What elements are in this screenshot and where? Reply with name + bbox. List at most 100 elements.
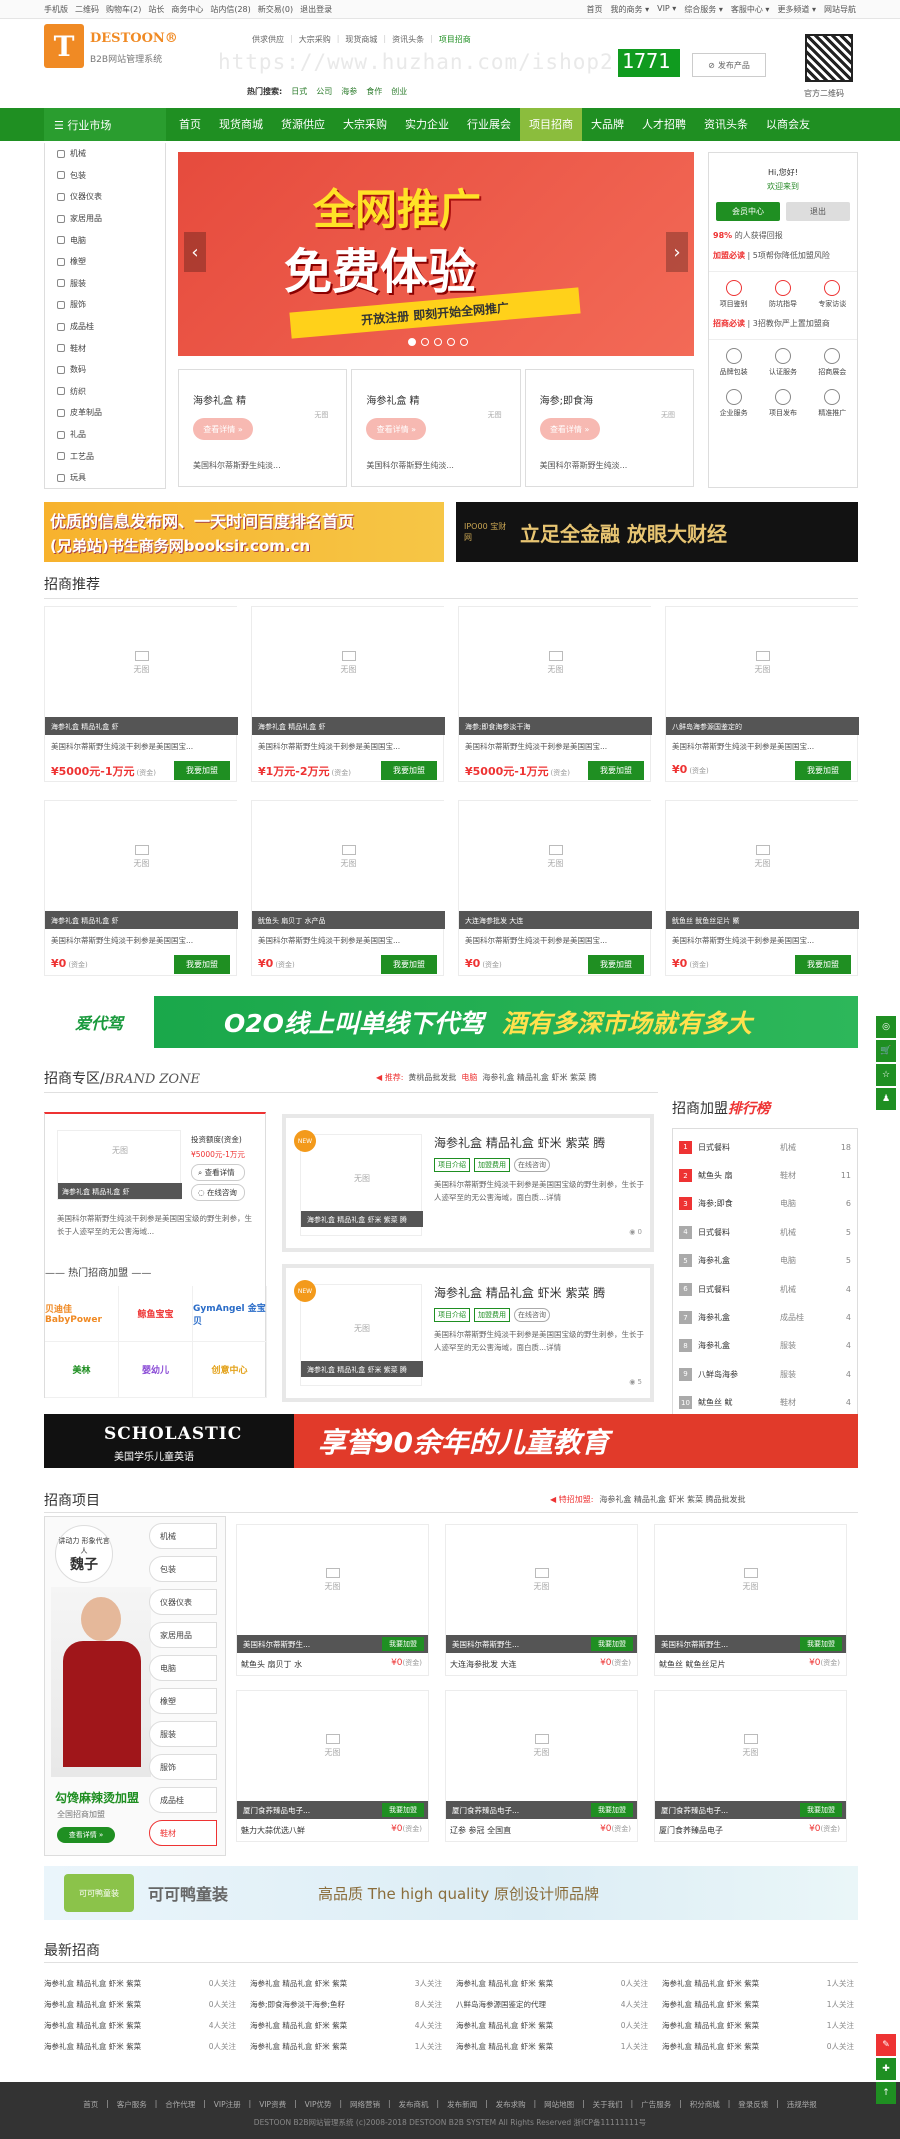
nav-item[interactable]: 现货商城	[210, 108, 272, 141]
promo-detail-button[interactable]: 查看详情 »	[57, 1827, 115, 1843]
latest-item[interactable]: 海参礼盒 精品礼盒 虾米 紫菜 1人关注	[662, 1978, 858, 1989]
banner-dot[interactable]	[447, 338, 455, 346]
plus-icon[interactable]: ✚	[876, 2058, 896, 2080]
topbar-link[interactable]: 退出登录	[300, 4, 332, 15]
join-button[interactable]: 我要加盟	[588, 955, 644, 974]
category-item[interactable]: 服饰	[45, 294, 165, 316]
footer-link[interactable]: 发布商机	[399, 2099, 429, 2110]
project-card[interactable]: 无图 美国科尔蒂斯野生... 我要加盟 鱿鱼丝 鱿鱼丝足片 ¥0(资金)	[654, 1524, 847, 1676]
latest-item[interactable]: 海参;即食海参淡干海参;鱼籽 8人关注	[250, 1999, 446, 2010]
projects-nav-text[interactable]: 海参礼盒 精品礼盒 虾米 紫菜 腾品批发批	[599, 1494, 745, 1505]
latest-item[interactable]: 海参礼盒 精品礼盒 虾米 紫菜 0人关注	[44, 1999, 240, 2010]
brand-card-tag[interactable]: 加盟费用	[474, 1308, 510, 1322]
join-button[interactable]: 我要加盟	[382, 1637, 424, 1651]
nav-item[interactable]: 货源供应	[272, 108, 334, 141]
product-card-detail-button[interactable]: 查看详情 »	[366, 418, 427, 440]
join-button[interactable]: 我要加盟	[381, 761, 437, 780]
detail-button[interactable]: ⌕ 查看详情	[191, 1164, 245, 1181]
rank-item[interactable]: 1 日式餐料 机械 18	[673, 1133, 857, 1161]
category-item[interactable]: 礼品	[45, 424, 165, 446]
category-item[interactable]: 包装	[45, 165, 165, 187]
post-product-button[interactable]: ⊘ 发布产品	[692, 53, 766, 77]
topbar-link[interactable]: 二维码	[75, 4, 99, 15]
nav-item[interactable]: 项目招商	[520, 108, 582, 141]
latest-item[interactable]: 海参礼盒 精品礼盒 虾米 紫菜 1人关注	[662, 2020, 858, 2031]
service-link[interactable]: 项目发布	[769, 389, 797, 418]
brand-card-tag[interactable]: 项目介绍	[434, 1158, 470, 1172]
service-link[interactable]: 项目鉴别	[720, 280, 748, 309]
nav-item[interactable]: 人才招聘	[633, 108, 695, 141]
latest-item[interactable]: 海参礼盒 精品礼盒 虾米 紫菜 0人关注	[44, 1978, 240, 1989]
nav-item[interactable]: 行业展会	[458, 108, 520, 141]
footer-link[interactable]: VIP优势	[305, 2099, 332, 2110]
star-icon[interactable]: ☆	[876, 1064, 896, 1086]
rank-item[interactable]: 7 海参礼盒 成品桂 4	[673, 1303, 857, 1331]
project-category-tab[interactable]: 橡塑	[149, 1688, 217, 1714]
project-category-tab[interactable]: 服装	[149, 1721, 217, 1747]
project-category-tab[interactable]: 成品桂	[149, 1787, 217, 1813]
recommend-card[interactable]: 无图 海参礼盒 精品礼盒 虾美国科尔蒂斯野生纯淡干刺参是美国国宝... ¥0 (资金)…	[44, 800, 238, 976]
nav-item[interactable]: 资讯头条	[695, 108, 757, 141]
brand-card-title[interactable]: 海参礼盒 精品礼盒 虾米 紫菜 腾	[434, 1134, 605, 1151]
back-to-top-icon[interactable]: ↑	[876, 2082, 896, 2104]
service-link[interactable]: 精准推广	[818, 389, 846, 418]
latest-item[interactable]: 海参礼盒 精品礼盒 虾米 紫菜 1人关注	[456, 2041, 652, 2052]
project-category-tab[interactable]: 鞋材	[149, 1820, 217, 1846]
latest-item[interactable]: 海参礼盒 精品礼盒 虾米 紫菜 4人关注	[44, 2020, 240, 2031]
hot-search-term[interactable]: 海参	[341, 86, 357, 97]
topbar-link[interactable]: 手机版	[44, 4, 68, 15]
topbar-menu[interactable]: 首页	[587, 4, 603, 15]
project-category-tab[interactable]: 家居用品	[149, 1622, 217, 1648]
latest-item[interactable]: 海参礼盒 精品礼盒 虾米 紫菜 0人关注	[456, 2020, 652, 2031]
project-category-tab[interactable]: 机械	[149, 1523, 217, 1549]
nav-item[interactable]: 大品牌	[582, 108, 633, 141]
nav-item[interactable]: 以商会友	[757, 108, 819, 141]
nav-item[interactable]: 首页	[170, 108, 210, 141]
category-item[interactable]: 机械	[45, 143, 165, 165]
brand-logo[interactable]: 婴幼儿	[119, 1342, 193, 1398]
topbar-menu[interactable]: 客服中心 ▾	[731, 4, 770, 15]
topbar-link[interactable]: 购物车(2)	[106, 4, 141, 15]
rank-item[interactable]: 3 海参;即食 电脑 6	[673, 1190, 857, 1218]
project-category-tab[interactable]: 服饰	[149, 1754, 217, 1780]
brand-card-tag[interactable]: 项目介绍	[434, 1308, 470, 1322]
join-button[interactable]: 我要加盟	[174, 955, 230, 974]
category-item[interactable]: 鞋材	[45, 337, 165, 359]
logout-button[interactable]: 退出	[786, 202, 850, 221]
category-item[interactable]: 成品桂	[45, 316, 165, 338]
topbar-menu[interactable]: 综合服务 ▾	[684, 4, 723, 15]
category-item[interactable]: 仪器仪表	[45, 186, 165, 208]
topbar-menu[interactable]: 我的商务 ▾	[611, 4, 650, 15]
hot-search-term[interactable]: 公司	[316, 86, 332, 97]
footer-link[interactable]: 关于我们	[593, 2099, 623, 2110]
site-logo[interactable]: T DESTOON® B2B网站管理系统	[44, 24, 178, 76]
project-category-tab[interactable]: 仪器仪表	[149, 1589, 217, 1615]
edit-icon[interactable]: ✎	[876, 2034, 896, 2056]
topbar-link[interactable]: 商务中心	[171, 4, 203, 15]
user-icon[interactable]: ♟	[876, 1088, 896, 1110]
cart-icon[interactable]: 🛒	[876, 1040, 896, 1062]
latest-item[interactable]: 八鲜岛海参源国鉴定的代理 4人关注	[456, 1999, 652, 2010]
rank-item[interactable]: 9 八鲜岛海参 服装 4	[673, 1360, 857, 1388]
recommend-card[interactable]: 无图 八鲜岛海参源国鉴定的 美国科尔蒂斯野生纯淡干刺参是美国国宝... ¥0 (资金) 我…	[665, 606, 859, 782]
search-channel-tab[interactable]: 项目招商	[439, 34, 471, 45]
category-item[interactable]: 工艺品	[45, 445, 165, 467]
ad-finance[interactable]: IPO00 宝财网 立足全金融 放眼大财经	[456, 502, 858, 562]
recommend-card[interactable]: 无图 鱿鱼丝 鱿鱼丝足片 鱀美国科尔蒂斯野生纯淡干刺参是美国国宝... ¥0 (资金)…	[665, 800, 859, 976]
footer-link[interactable]: 违规举报	[787, 2099, 817, 2110]
join-button[interactable]: 我要加盟	[381, 955, 437, 974]
join-button[interactable]: 我要加盟	[795, 955, 851, 974]
rank-item[interactable]: 10 鱿鱼丝 鱿 鞋材 4	[673, 1389, 857, 1417]
project-category-tab[interactable]: 包装	[149, 1556, 217, 1582]
latest-item[interactable]: 海参礼盒 精品礼盒 虾米 紫菜 0人关注	[456, 1978, 652, 1989]
search-channel-tab[interactable]: 供求供应	[252, 34, 284, 45]
product-card[interactable]: 海参;即食海 查看详情 » 美国科尔蒂斯野生纯淡... 无图	[524, 369, 694, 487]
brand-card-tag[interactable]: 在线咨询	[514, 1158, 550, 1172]
project-card[interactable]: 无图 厦门食荞臻品电子... 我要加盟 魅力大蒜优选八鲜 ¥0(资金)	[236, 1690, 429, 1842]
brand-card-tag[interactable]: 加盟费用	[474, 1158, 510, 1172]
brand-nav-item[interactable]: 电脑	[461, 1072, 477, 1083]
join-button[interactable]: 我要加盟	[588, 761, 644, 780]
member-center-button[interactable]: 会员中心	[716, 202, 780, 221]
latest-item[interactable]: 海参礼盒 精品礼盒 虾米 紫菜 1人关注	[662, 1999, 858, 2010]
footer-link[interactable]: 积分商城	[690, 2099, 720, 2110]
